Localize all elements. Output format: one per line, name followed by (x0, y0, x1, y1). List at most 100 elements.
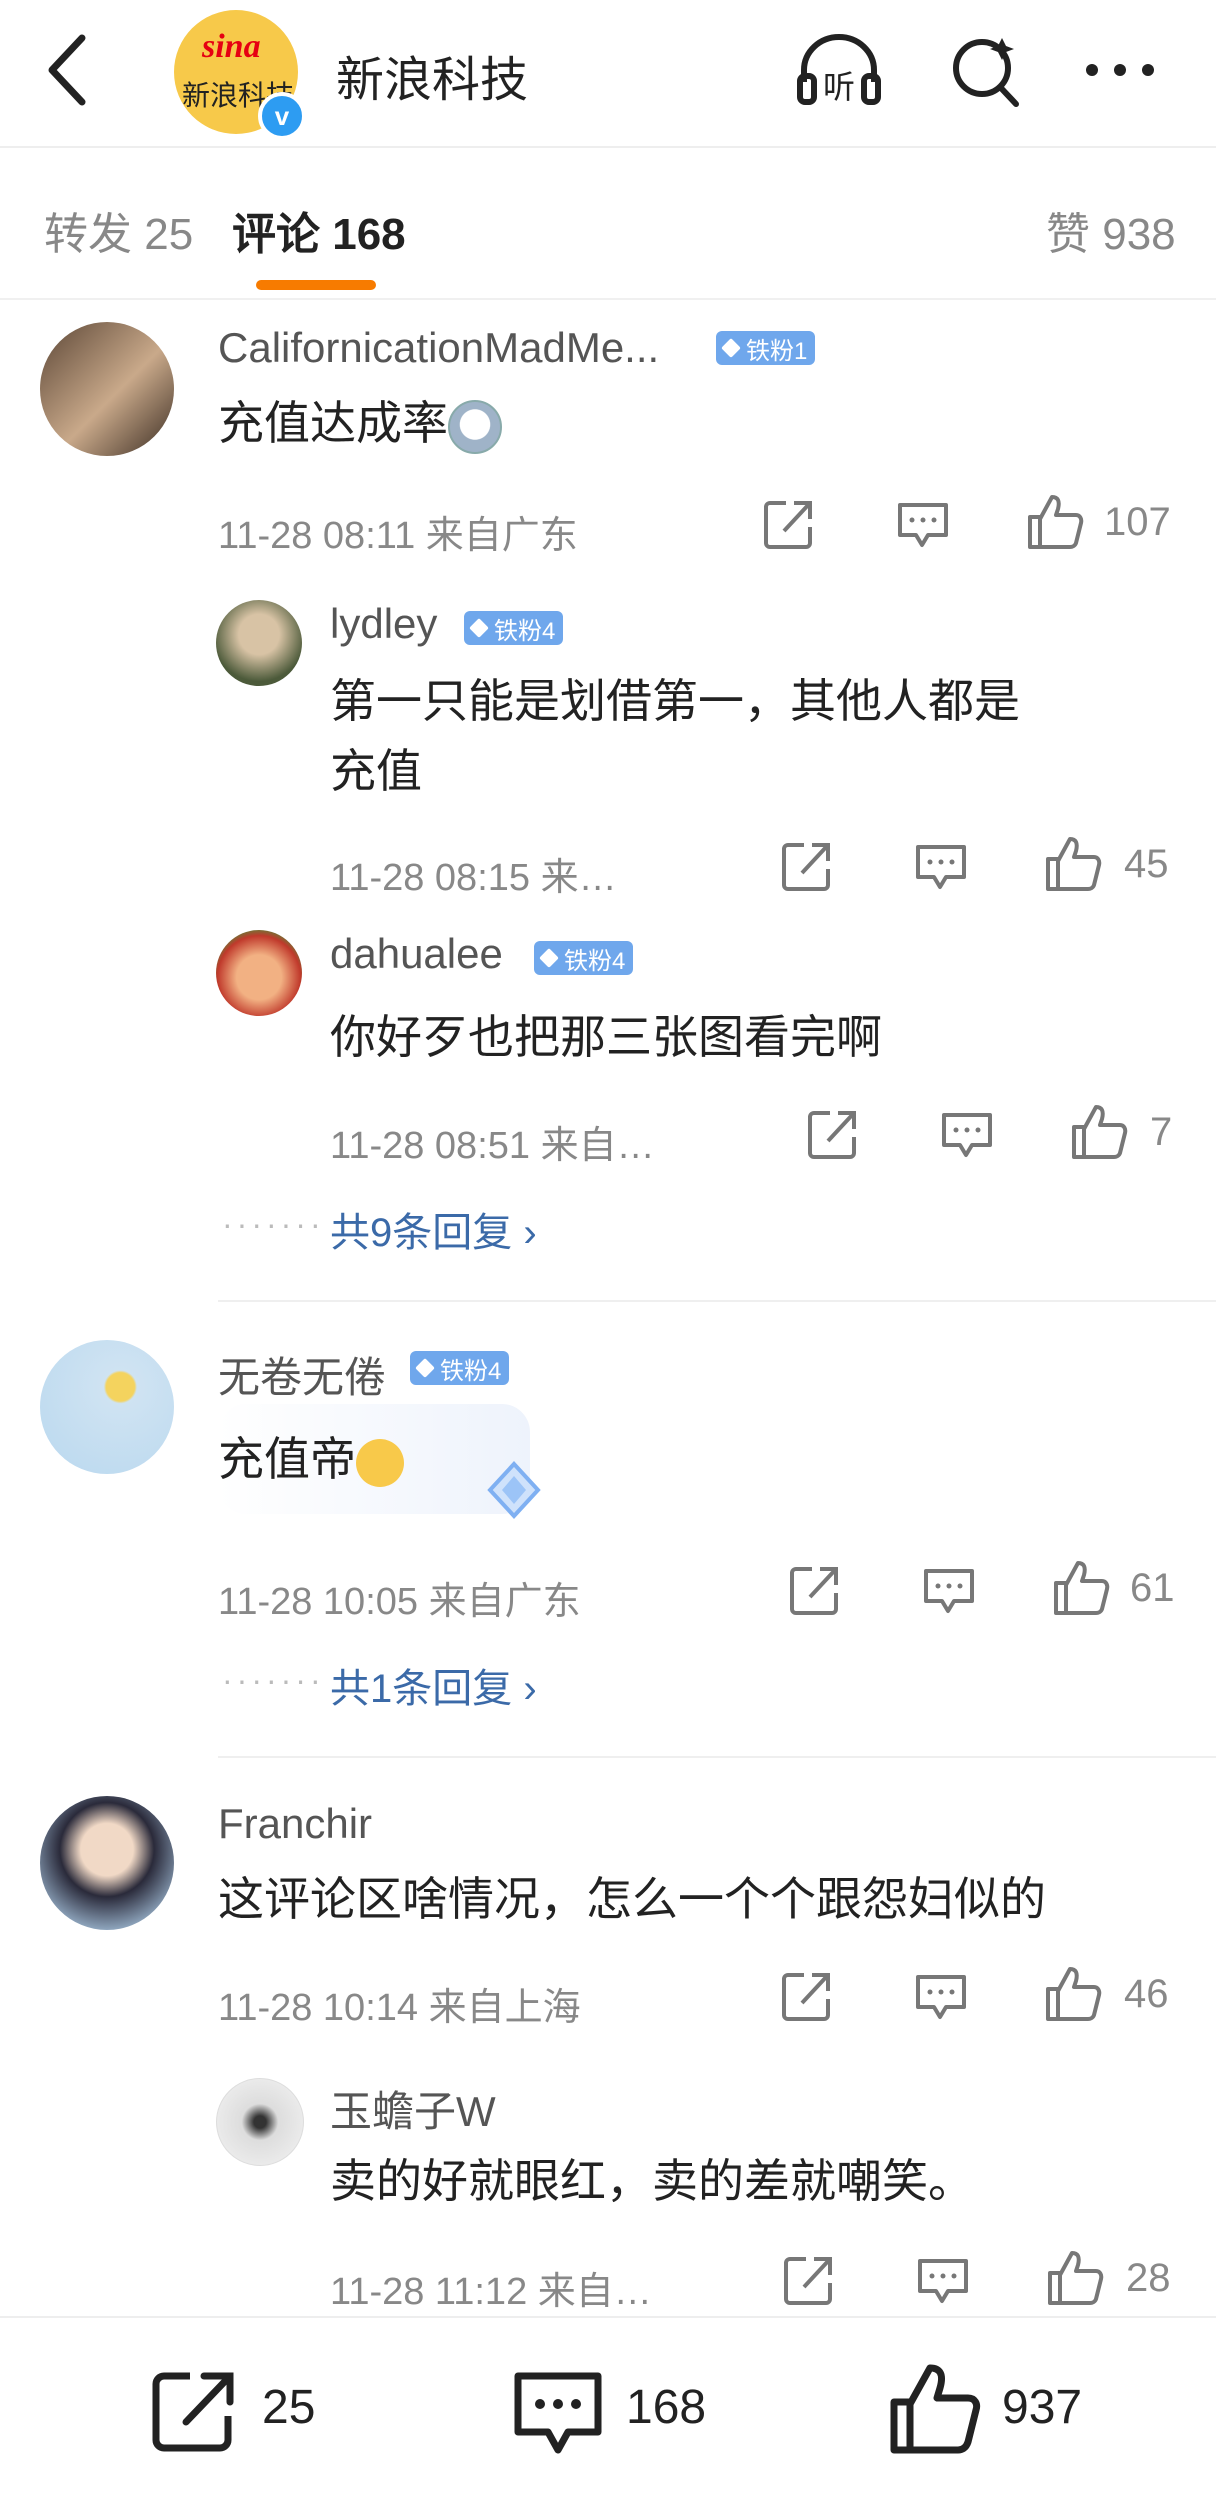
reply-icon[interactable] (916, 2253, 970, 2307)
diamond-decoration-icon (487, 1461, 541, 1519)
comment-location: 来自上海 (428, 1987, 581, 2029)
badge-label: 铁粉4 (440, 1357, 502, 1385)
repost-icon[interactable] (150, 2368, 240, 2454)
comment-text-content: 充值达成率 (218, 397, 448, 449)
reply-location: 来自… (537, 2271, 652, 2313)
headphones-listen-icon[interactable]: 听 (794, 30, 884, 110)
like-thumb-icon[interactable] (1052, 1559, 1110, 1617)
reply-time: 11-28 08:51 (330, 1125, 531, 1167)
share-icon[interactable] (780, 1969, 834, 2023)
like-thumb-icon[interactable] (1044, 835, 1102, 893)
like-thumb-icon[interactable] (888, 2362, 982, 2456)
reply-icon[interactable] (896, 497, 950, 551)
share-icon[interactable] (780, 839, 834, 893)
listen-label: 听 (823, 68, 855, 106)
more-replies-label: 共1条回复 (330, 1667, 513, 1711)
repost-count[interactable]: 25 (262, 2380, 315, 2435)
like-thumb-icon[interactable] (1046, 2249, 1104, 2307)
view-more-replies-link[interactable]: 共1条回复 › (330, 1656, 537, 1714)
comment-icon[interactable] (512, 2366, 604, 2462)
verified-badge-icon: v (258, 92, 306, 140)
reply-text: 卖的好就眼红，卖的差就嘲笑。 (330, 2155, 974, 2207)
comment-username[interactable]: Franchir (218, 1800, 372, 1848)
diamond-icon (539, 948, 559, 968)
comment-text: 这评论区啥情况，怎么一个个跟怨妇似的 (218, 1873, 1046, 1925)
fan-badge: 铁粉4 (410, 1351, 510, 1385)
more-replies-dots: ······· (222, 1206, 325, 1242)
comment-location: 来自广东 (425, 515, 578, 557)
reply-username[interactable]: lydley (330, 600, 437, 648)
comment-text: 充值达成率 (218, 388, 502, 458)
avatar[interactable] (216, 930, 302, 1016)
share-icon[interactable] (782, 2253, 836, 2307)
emoji-icon (448, 399, 502, 454)
reply-meta: 11-28 11:12 来自… (330, 2260, 652, 2315)
active-tab-indicator (256, 280, 376, 290)
comment-time: 11-28 10:14 (218, 1987, 419, 2029)
avatar[interactable] (40, 1340, 174, 1474)
avatar[interactable] (216, 2078, 304, 2166)
tab-comments[interactable]: 评论 168 (232, 198, 406, 262)
account-name[interactable]: 新浪科技 (336, 40, 528, 110)
like-count: 28 (1126, 2256, 1171, 2300)
share-icon[interactable] (762, 497, 816, 551)
reply-time: 11-28 08:15 (330, 857, 531, 899)
reply-icon[interactable] (914, 839, 968, 893)
reply-meta: 11-28 08:15 来… (330, 846, 617, 901)
sweat-emoji-icon (356, 1438, 404, 1487)
comment-username[interactable]: 无卷无倦 (218, 1344, 386, 1405)
avatar[interactable] (216, 600, 302, 686)
more-options-icon[interactable] (1078, 30, 1168, 110)
share-icon[interactable] (806, 1107, 860, 1161)
comment-time: 11-28 10:05 (218, 1581, 419, 1623)
top-nav-bar: sina 新浪科技 v 新浪科技 听 (0, 0, 1216, 148)
diamond-icon (469, 618, 489, 638)
like-thumb-icon[interactable] (1070, 1103, 1128, 1161)
comment-location: 来自广东 (428, 1581, 581, 1623)
badge-label: 铁粉4 (494, 617, 556, 645)
view-more-replies-link[interactable]: 共9条回复 › (330, 1200, 537, 1258)
reply-location: 来… (540, 857, 617, 899)
reply-meta: 11-28 08:51 来自… (330, 1114, 655, 1169)
reply-text-line2: 充值 (330, 745, 422, 797)
reply-username[interactable]: 玉蟾子W (330, 2078, 496, 2139)
badge-label: 铁粉1 (746, 337, 808, 365)
badge-label: 铁粉4 (564, 947, 626, 975)
reply-icon[interactable] (940, 1107, 994, 1161)
comment-text: 充值帝 (218, 1424, 404, 1494)
avatar[interactable] (40, 1796, 174, 1930)
avatar[interactable] (40, 322, 174, 456)
diamond-icon (721, 338, 741, 358)
reply-icon[interactable] (914, 1969, 968, 2023)
like-count: 45 (1124, 842, 1169, 886)
like-count: 107 (1104, 500, 1171, 544)
reply-text-line1: 第一只能是划借第一，其他人都是 (330, 675, 1020, 727)
like-count: 46 (1124, 1972, 1169, 2016)
more-replies-label: 共9条回复 (330, 1211, 513, 1255)
share-icon[interactable] (788, 1563, 842, 1617)
fan-badge: 铁粉4 (534, 941, 634, 975)
comment-count[interactable]: 168 (626, 2380, 706, 2435)
comment-username[interactable]: CalifornicationMadMe... (218, 324, 659, 372)
reply-icon[interactable] (922, 1563, 976, 1617)
reply-username[interactable]: dahualee (330, 930, 503, 978)
back-arrow-icon[interactable] (40, 30, 100, 110)
comment-divider (218, 1756, 1216, 1758)
reply-location: 来自… (540, 1125, 655, 1167)
fan-badge: 铁粉1 (716, 331, 816, 365)
comment-meta: 11-28 10:05 来自广东 (218, 1570, 581, 1625)
comment-divider (218, 1300, 1216, 1302)
comment-meta: 11-28 10:14 来自上海 (218, 1976, 581, 2031)
like-thumb-icon[interactable] (1044, 1965, 1102, 2023)
more-replies-dots: ······· (222, 1662, 325, 1698)
search-icon[interactable] (940, 30, 1030, 110)
tab-likes[interactable]: 赞 938 (1046, 198, 1176, 262)
reply-time: 11-28 11:12 (330, 2271, 528, 2313)
fan-badge: 铁粉4 (464, 611, 564, 645)
tab-repost[interactable]: 转发 25 (44, 198, 193, 262)
like-count: 61 (1130, 1566, 1175, 1610)
like-count-total[interactable]: 937 (1002, 2380, 1082, 2435)
comment-time: 11-28 08:11 (218, 515, 416, 557)
sina-logo: sina (202, 28, 261, 65)
like-thumb-icon[interactable] (1026, 493, 1084, 551)
